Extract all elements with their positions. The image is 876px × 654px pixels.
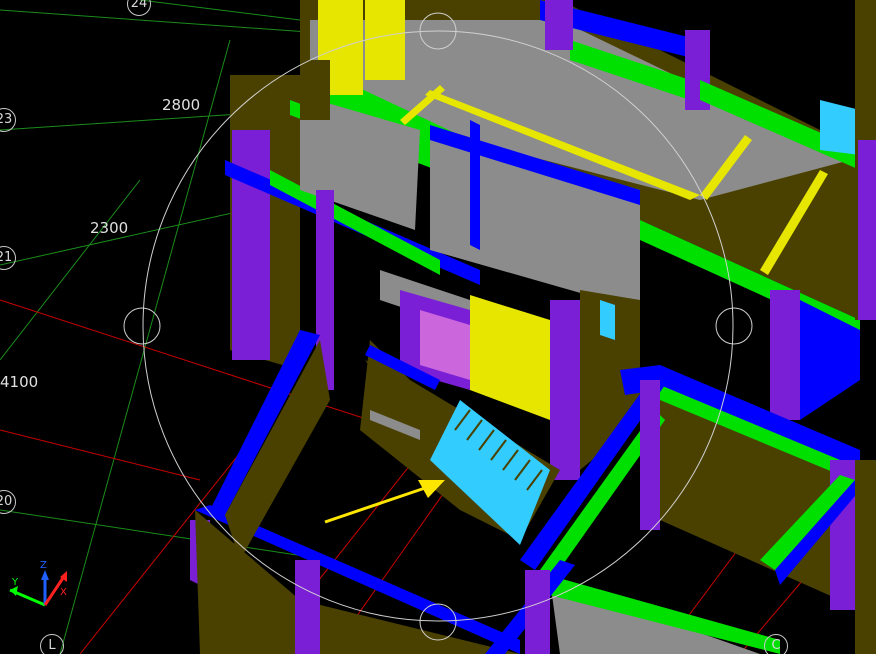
ucs-label-x: X [60,587,67,598]
yellow-arrow-icon [324,480,445,524]
ucs-label-y: Y [11,577,19,588]
structural-3d-scene[interactable]: Y X Z [0,0,876,654]
ucs-label-z: Z [40,560,47,571]
ucs-axes-icon: Y X Z [9,560,67,607]
dimension-label-4100: 4100 [0,373,39,391]
axis-bubble-l: L [40,634,64,654]
dimension-label-2300: 2300 [90,219,129,237]
axis-bubble-c: C [764,634,788,654]
dimension-label-2800: 2800 [162,96,201,114]
3d-model-viewport[interactable]: Y X Z 24 23 21 20 L C 2800 2300 4100 [0,0,876,654]
